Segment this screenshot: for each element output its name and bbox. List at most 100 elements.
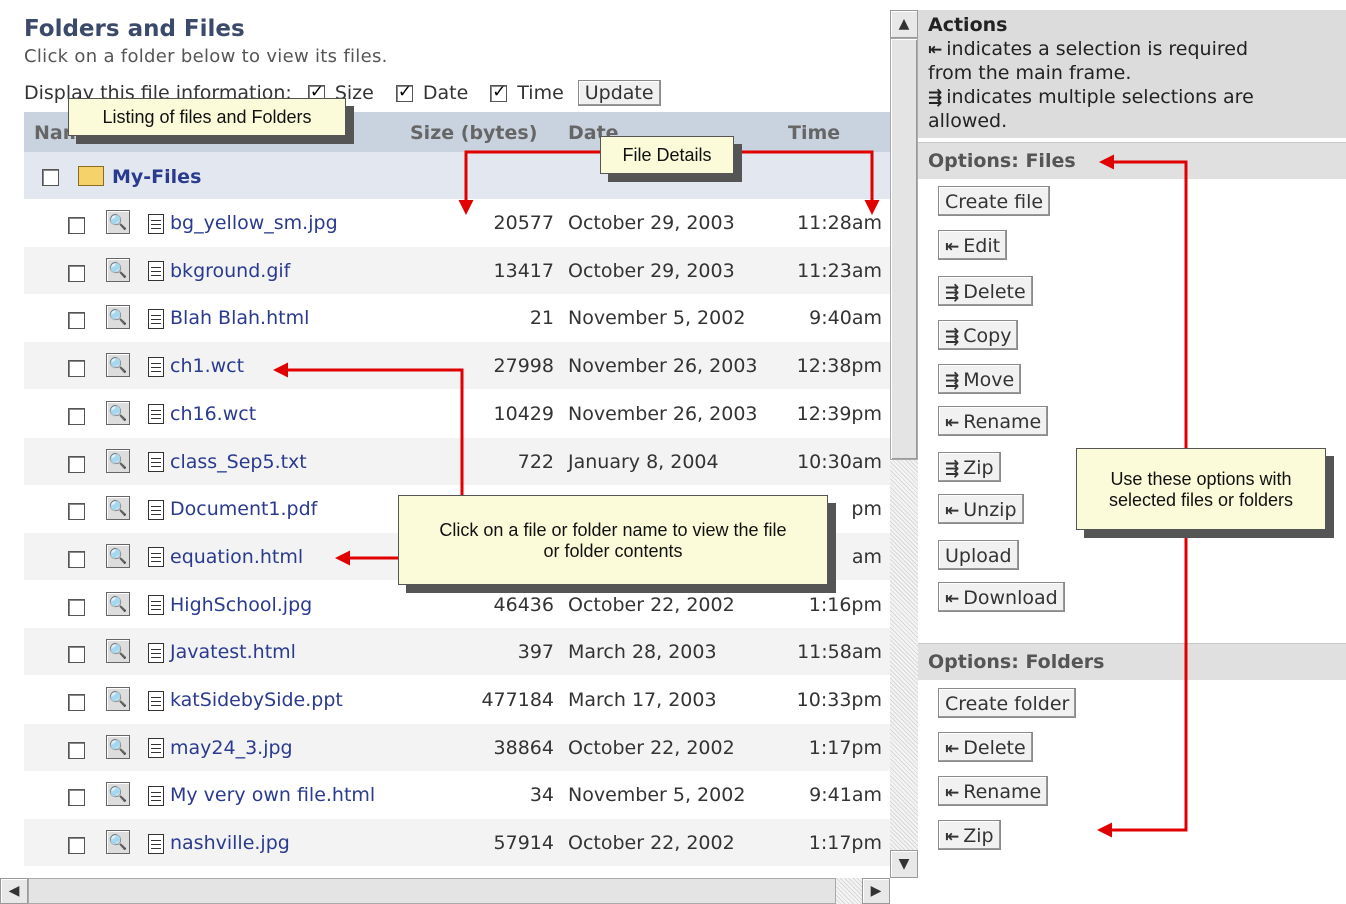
file-icon [148,261,164,282]
preview-magnifier-icon[interactable]: 🔍 [106,639,130,664]
file-icon [148,642,164,663]
update-button[interactable]: Update [577,80,661,106]
file-time: 12:38pm [796,355,882,378]
scroll-left-button[interactable]: ◀ [0,878,28,904]
file-name-link[interactable]: katSidebySide.ppt [170,689,343,711]
folder-checkbox[interactable] [42,169,59,186]
file-time: 9:40am [809,307,882,330]
column-size-header[interactable]: Size (bytes) [410,122,537,144]
table-row: 🔍 nashville.jpg 57914 October 22, 2002 1:17p… [24,819,890,867]
row-checkbox[interactable] [68,550,85,568]
file-name-link[interactable]: ch16.wct [170,403,256,425]
vertical-scroll-thumb[interactable] [890,38,918,460]
file-date: October 29, 2003 [568,212,735,234]
preview-magnifier-icon[interactable]: 🔍 [106,830,130,855]
horizontal-scroll-thumb[interactable] [28,878,836,904]
file-name-link[interactable]: equation.html [170,546,303,568]
actions-line-4: allowed. [928,110,1008,132]
file-download-button[interactable]: ⇤ Download [938,582,1065,612]
options-callout-line-2: selected files or folders [1108,490,1294,510]
file-icon [148,213,164,234]
row-checkbox[interactable] [68,217,85,234]
file-name-link[interactable]: bg_yellow_sm.jpg [170,212,338,234]
actions-title: Actions [928,14,1008,36]
date-option-label: Date [422,82,469,104]
preview-magnifier-icon[interactable]: 🔍 [106,591,130,616]
file-icon [148,499,164,520]
file-name-link[interactable]: ch1.wct [170,355,244,377]
file-upload-button[interactable]: Upload [938,540,1019,570]
row-checkbox[interactable] [68,694,85,711]
preview-magnifier-icon[interactable]: 🔍 [106,543,130,568]
row-checkbox[interactable] [68,264,85,282]
row-checkbox[interactable] [68,455,85,473]
file-date: October 22, 2002 [568,832,735,855]
button-label: Create folder [945,693,1070,715]
file-name-link[interactable]: class_Sep5.txt [170,451,307,473]
file-delete-button[interactable]: ⇶ Delete [938,276,1033,306]
file-icon [148,356,164,377]
file-name-link[interactable]: Document1.pdf [170,498,317,520]
preview-magnifier-icon[interactable]: 🔍 [106,687,130,711]
file-time: pm [851,498,882,521]
row-checkbox[interactable] [68,837,85,855]
file-name-link[interactable]: bkground.gif [170,260,290,282]
button-label: Unzip [963,499,1017,521]
column-time-header[interactable]: Time [788,122,840,144]
file-icon [148,404,164,425]
file-date: March 17, 2003 [568,689,717,711]
file-time: 12:39pm [796,402,882,425]
table-row: 🔍 ch1.wct 27998 November 26, 2003 12:38pm [24,342,890,390]
options-callout-line-1: Use these options with [1110,469,1292,489]
preview-magnifier-icon[interactable]: 🔍 [106,305,130,330]
time-checkbox[interactable] [490,82,508,102]
row-checkbox[interactable] [68,598,85,616]
file-size: 34 [529,784,554,807]
file-move-button[interactable]: ⇶ Move [938,364,1022,394]
file-date: March 28, 2003 [568,641,717,664]
folder-zip-button[interactable]: ⇤ Zip [938,820,1001,850]
file-name-link[interactable]: nashville.jpg [170,832,290,854]
preview-magnifier-icon[interactable]: 🔍 [106,448,130,473]
row-checkbox[interactable] [68,360,85,378]
folder-rename-button[interactable]: ⇤ Rename [938,776,1049,806]
file-edit-button[interactable]: ⇤ Edit [938,230,1008,260]
preview-magnifier-icon[interactable]: 🔍 [106,734,130,759]
folder-name-link[interactable]: My-Files [112,166,201,188]
row-checkbox[interactable] [68,407,85,425]
scroll-down-button[interactable]: ▼ [890,850,918,878]
file-name-link[interactable]: Blah Blah.html [170,307,309,329]
file-unzip-button[interactable]: ⇤ Unzip [938,494,1024,524]
file-icon [148,547,164,568]
row-checkbox[interactable] [68,312,85,330]
file-name-link[interactable]: Javatest.html [170,641,296,663]
single-select-icon: ⇤ [945,783,960,803]
button-label: Create file [945,191,1044,213]
file-zip-button[interactable]: ⇶ Zip [938,452,1001,482]
file-name-link[interactable]: My very own file.html [170,784,375,806]
preview-magnifier-icon[interactable]: 🔍 [106,257,130,282]
preview-magnifier-icon[interactable]: 🔍 [106,400,130,425]
file-rename-button[interactable]: ⇤ Rename [938,406,1049,436]
file-size: 397 [517,641,554,664]
file-time: 9:41am [809,784,882,807]
folder-delete-button[interactable]: ⇤ Delete [938,732,1033,762]
file-create-file-button[interactable]: Create file [938,186,1051,216]
date-checkbox[interactable] [395,82,413,102]
file-icon [148,833,164,854]
row-checkbox[interactable] [68,503,85,521]
single-select-icon: ⇤ [945,413,960,433]
preview-magnifier-icon[interactable]: 🔍 [106,353,130,378]
preview-magnifier-icon[interactable]: 🔍 [106,210,130,234]
folder-create-folder-button[interactable]: Create folder [938,688,1077,718]
file-copy-button[interactable]: ⇶ Copy [938,320,1019,350]
preview-magnifier-icon[interactable]: 🔍 [106,782,130,807]
row-checkbox[interactable] [68,646,85,664]
scroll-right-button[interactable]: ▶ [862,878,890,904]
file-name-link[interactable]: may24_3.jpg [170,737,293,759]
row-checkbox[interactable] [68,789,85,807]
scroll-up-button[interactable]: ▲ [890,10,918,38]
file-name-link[interactable]: HighSchool.jpg [170,594,312,616]
preview-magnifier-icon[interactable]: 🔍 [106,496,130,521]
row-checkbox[interactable] [68,741,85,759]
